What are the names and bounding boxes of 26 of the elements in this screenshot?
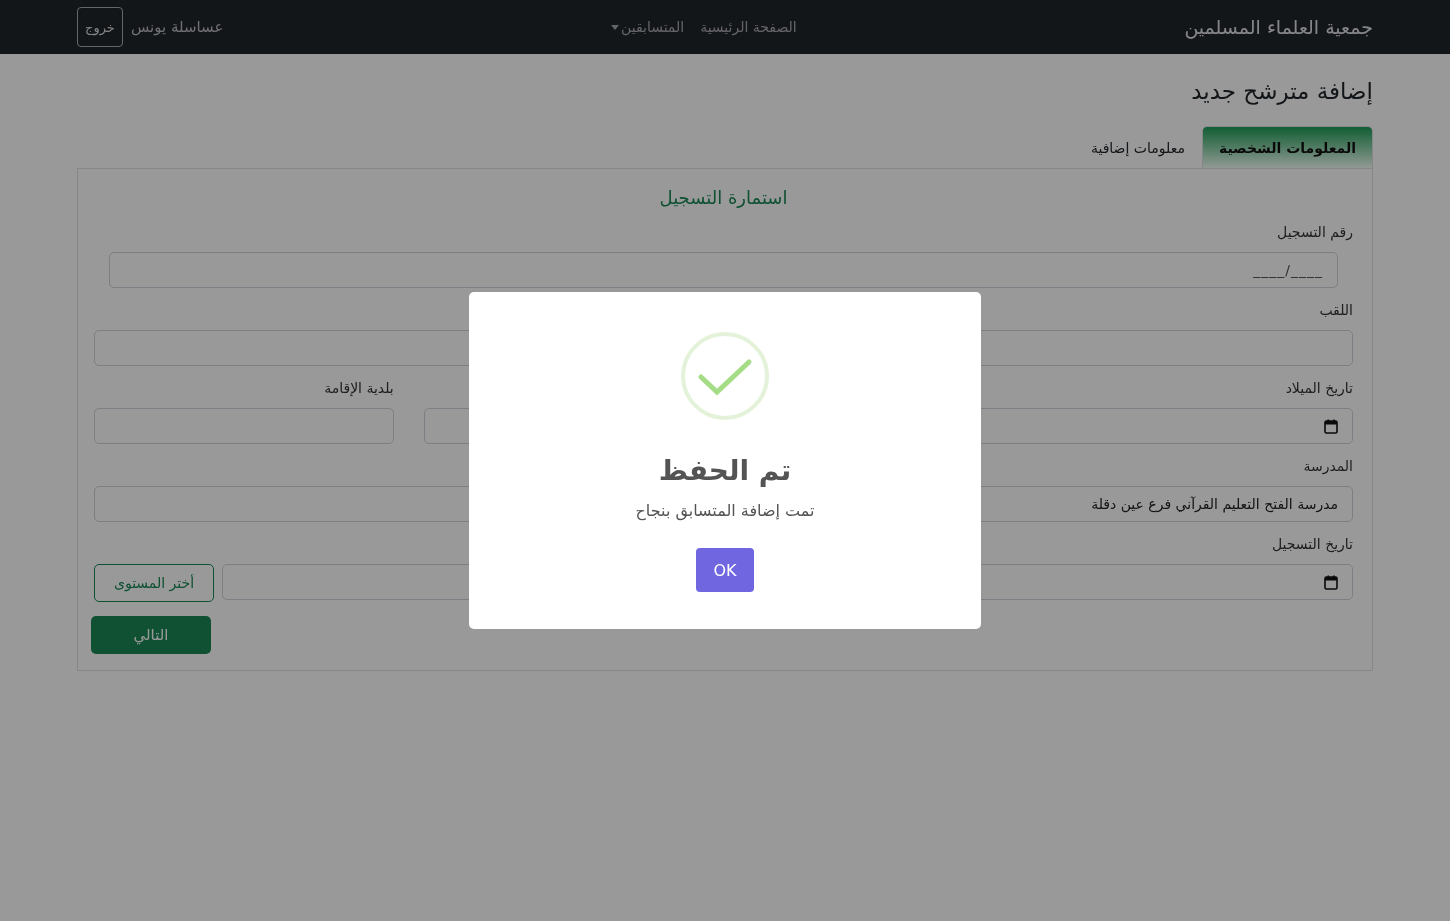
page-title: إضافة مترشح جديد [1190,78,1373,104]
tab[interactable]: المعلومات الشخصية [1201,126,1373,169]
level-button[interactable]: أختر المستوى [94,564,214,602]
dropdown-link[interactable]: المتسابقين [611,19,685,35]
tab[interactable]: معلومات إضافية [1073,126,1202,169]
check-circle-icon [681,332,769,420]
input-field[interactable] [94,408,394,444]
field-label: اللقب [1319,302,1353,320]
next-button[interactable]: التالي [91,616,211,654]
field-label: تاريخ الميلاد [1285,380,1353,398]
nav-link[interactable]: الصفحة الرئيسية [700,19,797,35]
input-field[interactable]: ____/____ [109,252,1338,288]
field-label: المدرسة [1303,458,1353,476]
field-label: رقم التسجيل [1277,224,1353,242]
field-label: تاريخ التسجيل [1271,536,1353,554]
calendar-icon [1324,418,1338,434]
dialog-message: تمت إضافة المتسابق بنجاح [635,501,815,520]
caret-icon [611,24,620,30]
ok-button[interactable]: OK [696,548,754,592]
site-brand[interactable]: جمعية العلماء المسلمين [1184,16,1373,38]
logout-button[interactable]: خروج [77,7,123,47]
dialog-title: تم الحفظ [658,454,792,487]
form-title: استمارة التسجيل [658,187,789,208]
calendar-icon [1324,574,1338,590]
user-name: عساسلة يونس [130,18,224,36]
field-label: بلدية الإقامة [324,380,394,398]
